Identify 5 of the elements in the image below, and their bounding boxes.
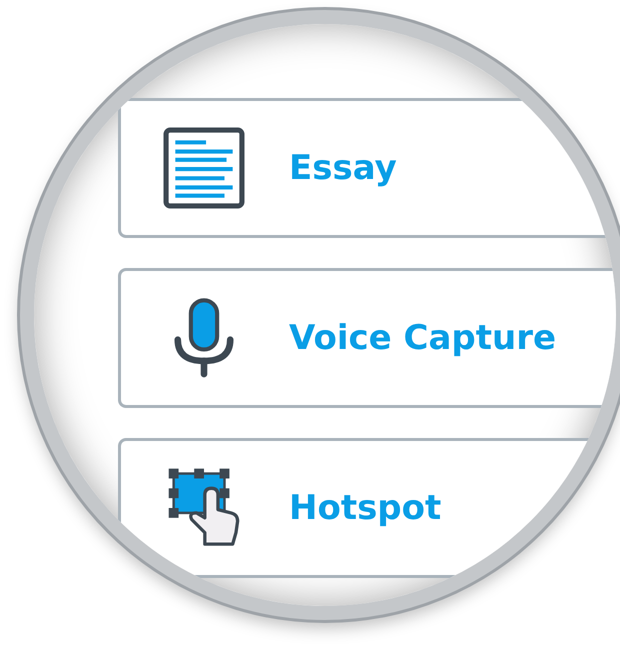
document-icon — [163, 127, 245, 209]
question-type-label: Essay — [289, 148, 397, 188]
question-type-card[interactable]: Voice Capture — [118, 268, 616, 408]
question-type-label: Voice Capture — [289, 318, 556, 358]
question-type-label: Hotspot — [289, 488, 442, 528]
